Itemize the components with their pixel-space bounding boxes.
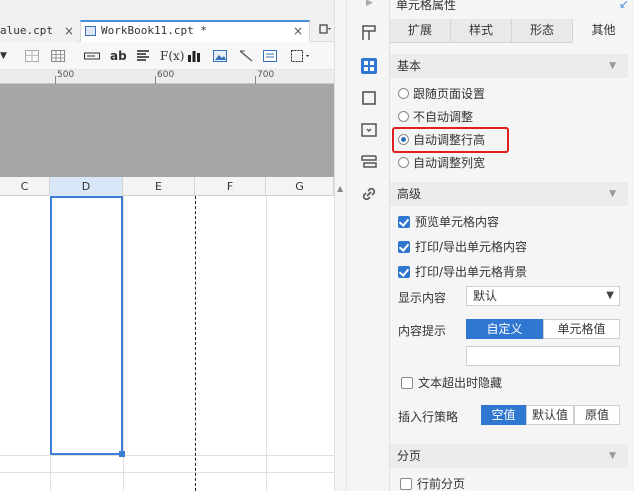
check-print-background[interactable]: 打印/导出单元格背景 — [398, 263, 527, 281]
radio-label: 跟随页面设置 — [413, 87, 486, 101]
tab-alue-cpt[interactable]: alue.cpt × — [0, 20, 78, 42]
cell-value-icon[interactable] — [262, 48, 278, 64]
section-title: 高级 — [397, 187, 422, 201]
column-header-g[interactable]: G — [266, 177, 334, 196]
radio-label: 不自动调整 — [413, 110, 474, 124]
dropdown-arrow-icon[interactable]: ▼ — [0, 48, 7, 64]
check-print-content[interactable]: 打印/导出单元格内容 — [398, 238, 527, 256]
section-title: 分页 — [397, 449, 422, 463]
align-left-icon[interactable] — [135, 48, 151, 64]
check-hide-overflow[interactable]: 文本超出时隐藏 — [401, 374, 502, 392]
radio-icon — [398, 88, 409, 99]
format-toolbar: ▼ ab F(x) — [0, 42, 346, 70]
radio-icon — [398, 111, 409, 122]
section-advanced[interactable]: 高级 ▼ — [390, 182, 628, 206]
tab-label: WorkBook11.cpt * — [101, 24, 207, 37]
tab-list-icon[interactable] — [318, 22, 332, 36]
border-frame-icon[interactable] — [358, 87, 380, 109]
check-label: 打印/导出单元格背景 — [415, 265, 528, 279]
table-icon[interactable] — [50, 48, 66, 64]
tab-label: alue.cpt — [0, 24, 53, 37]
section-paging[interactable]: 分页 ▼ — [390, 444, 628, 468]
check-label: 打印/导出单元格内容 — [415, 240, 528, 254]
insert-original-button[interactable]: 原值 — [574, 405, 620, 425]
check-label: 行前分页 — [417, 477, 466, 491]
highlight-annotation — [392, 127, 509, 153]
panel-title: 单元格属性 — [396, 0, 457, 12]
condition-attributes-icon[interactable] — [358, 151, 380, 173]
close-icon[interactable]: × — [293, 22, 303, 40]
ruler-label: 500 — [57, 70, 75, 80]
text-widget-icon[interactable]: ab — [110, 48, 127, 64]
page-break-line — [195, 196, 196, 491]
checkbox-icon — [401, 377, 413, 389]
check-preview-content[interactable]: 预览单元格内容 — [398, 213, 499, 231]
check-label: 预览单元格内容 — [415, 215, 500, 229]
chevron-down-icon: ▼ — [609, 451, 616, 461]
checkbox-checked-icon — [398, 216, 410, 228]
tab-workbook11[interactable]: WorkBook11.cpt * × — [80, 20, 310, 42]
slash-icon[interactable] — [238, 48, 254, 64]
widget-icon[interactable] — [358, 119, 380, 141]
column-header-c[interactable]: C — [0, 177, 50, 196]
merge-cells-icon[interactable] — [24, 48, 40, 64]
content-hint-input[interactable] — [466, 346, 620, 366]
hint-cell-value-button[interactable]: 单元格值 — [543, 319, 620, 339]
close-icon[interactable]: × — [64, 20, 74, 42]
hyperlink-icon[interactable] — [358, 183, 380, 205]
radio-follow-page[interactable]: 跟随页面设置 — [398, 85, 485, 103]
checkbox-icon — [400, 478, 412, 490]
panel-tabs: 扩展 样式 形态 其他 — [390, 19, 634, 43]
vertical-scrollbar[interactable]: ▲ — [334, 0, 346, 491]
fill-handle[interactable] — [119, 451, 125, 457]
insert-empty-button[interactable]: 空值 — [481, 405, 526, 425]
selected-cell-d[interactable] — [50, 196, 123, 455]
document-tab-bar: alue.cpt × WorkBook11.cpt * × — [0, 0, 346, 42]
section-title: 基本 — [397, 59, 422, 73]
column-header-e[interactable]: E — [123, 177, 195, 196]
image-icon[interactable] — [212, 48, 228, 64]
column-header-f[interactable]: F — [195, 177, 266, 196]
pin-icon[interactable]: ↙ — [619, 0, 629, 11]
chevron-down-icon: ▼ — [609, 189, 616, 199]
tab-other[interactable]: 其他 — [573, 19, 634, 43]
insert-default-button[interactable]: 默认值 — [526, 405, 574, 425]
hint-custom-button[interactable]: 自定义 — [466, 319, 543, 339]
check-label: 文本超出时隐藏 — [418, 376, 503, 390]
ruler-label: 600 — [157, 70, 175, 80]
cell-attributes-icon[interactable] — [358, 55, 380, 77]
tab-form[interactable]: 形态 — [512, 19, 573, 43]
select-value: 默认 — [473, 289, 498, 303]
section-basic[interactable]: 基本 ▼ — [390, 54, 628, 78]
checkbox-checked-icon — [398, 266, 410, 278]
insert-policy-label: 插入行策略 — [398, 410, 459, 424]
chevron-down-icon: ▼ — [609, 61, 616, 71]
checkbox-checked-icon — [398, 241, 410, 253]
column-header: C D E F G — [0, 177, 346, 196]
ruler-label: 700 — [257, 70, 275, 80]
check-row-before-page[interactable]: 行前分页 — [400, 475, 465, 493]
scroll-up-icon[interactable]: ▲ — [337, 184, 343, 193]
display-content-label: 显示内容 — [398, 291, 447, 305]
cell-element-icon[interactable] — [358, 22, 380, 44]
column-header-d[interactable]: D — [50, 177, 123, 196]
sheet-background — [0, 84, 346, 177]
textfield-icon[interactable] — [83, 48, 101, 64]
property-icon-strip: ▶ — [346, 0, 390, 491]
radio-label: 自动调整列宽 — [413, 156, 486, 170]
display-content-select[interactable]: 默认 ▼ — [466, 286, 620, 306]
tab-style[interactable]: 样式 — [451, 19, 512, 43]
content-hint-label: 内容提示 — [398, 324, 447, 338]
border-icon[interactable] — [289, 48, 313, 64]
radio-auto-column-width[interactable]: 自动调整列宽 — [398, 154, 485, 172]
bar-chart-icon[interactable] — [186, 48, 202, 64]
chevron-down-icon: ▼ — [606, 290, 614, 301]
collapse-arrow-icon[interactable]: ▶ — [366, 0, 373, 8]
radio-icon — [398, 157, 409, 168]
workbook-file-icon — [85, 26, 96, 36]
tab-expand[interactable]: 扩展 — [390, 19, 451, 43]
radio-no-auto-adjust[interactable]: 不自动调整 — [398, 108, 473, 126]
formula-icon[interactable]: F(x) — [160, 48, 184, 64]
ruler: 500 600 700 — [0, 70, 346, 84]
